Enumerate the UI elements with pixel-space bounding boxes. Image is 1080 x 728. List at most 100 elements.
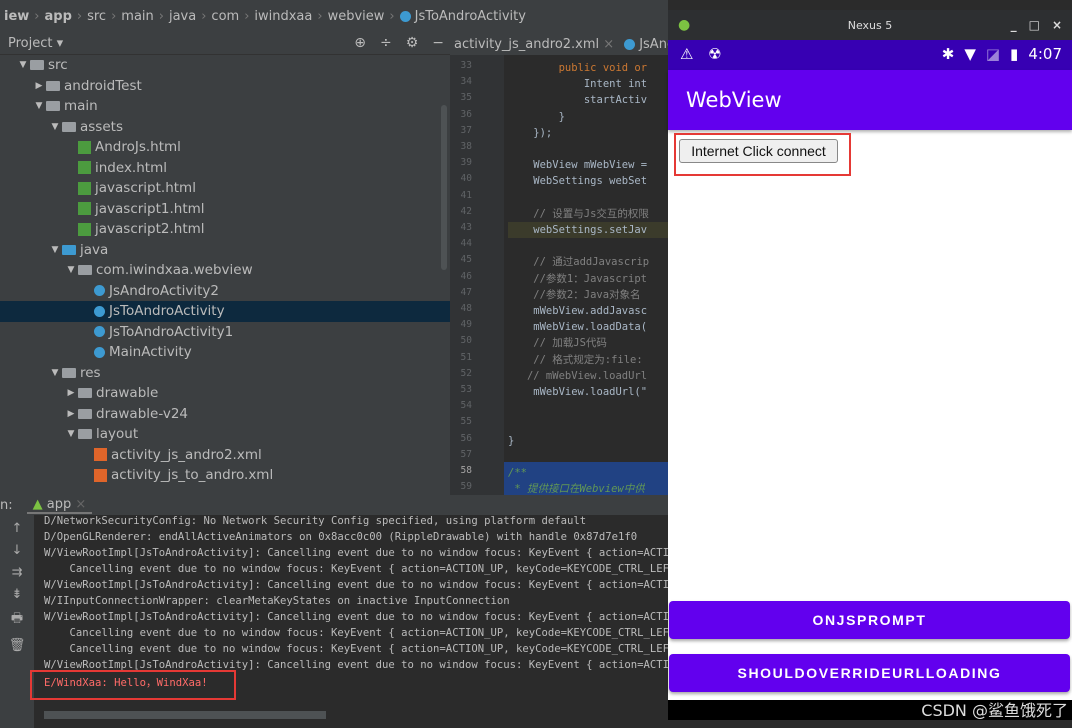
tree-item[interactable]: AndroJs.html: [0, 137, 450, 158]
code-line: WebView mWebView =: [508, 159, 648, 172]
breadcrumb-item[interactable]: java: [169, 9, 196, 24]
tree-scrollbar[interactable]: [441, 105, 447, 270]
tree-item[interactable]: activity_js_andro2.xml: [0, 445, 450, 466]
tree-item[interactable]: javascript.html: [0, 178, 450, 199]
expand-arrow-icon[interactable]: ▼: [48, 245, 62, 255]
code-line: public void or: [508, 62, 648, 74]
line-number: 34: [460, 76, 472, 88]
breadcrumb-item[interactable]: iew: [4, 9, 29, 24]
bluetooth-icon: ✱: [941, 45, 955, 63]
print-icon[interactable]: 🖶: [11, 609, 23, 631]
run-label: n:: [0, 497, 13, 513]
scroll-up-icon[interactable]: ↑: [12, 521, 23, 536]
tree-item[interactable]: ▶ androidTest: [0, 76, 450, 97]
log-line: D/NetworkSecurityConfig: No Network Secu…: [44, 515, 587, 527]
line-number: 49: [460, 319, 472, 331]
breadcrumb-item[interactable]: webview: [328, 9, 385, 24]
class-icon: [94, 305, 105, 317]
tree-item[interactable]: ▼ res: [0, 363, 450, 384]
shouldoverrideurlloading-button[interactable]: SHOULDOVERRIDEURLLOADING: [669, 654, 1070, 692]
tree-item[interactable]: ▼ assets: [0, 117, 450, 138]
scroll-to-end-icon[interactable]: ⇟: [12, 587, 23, 602]
minimize-button[interactable]: _: [1011, 18, 1017, 32]
tree-item[interactable]: ▼ layout: [0, 424, 450, 445]
line-number: 35: [460, 92, 472, 104]
trash-icon[interactable]: 🗑: [9, 638, 26, 653]
gear-icon[interactable]: ⚙: [406, 35, 419, 51]
log-line: Cancelling event due to no window focus:…: [44, 643, 669, 655]
expand-arrow-icon[interactable]: ▼: [64, 429, 78, 439]
code-line: }: [508, 434, 515, 447]
tree-item[interactable]: MainActivity: [0, 342, 450, 363]
tree-item[interactable]: JsAndroActivity2: [0, 281, 450, 302]
tree-item[interactable]: javascript2.html: [0, 219, 450, 240]
folder-icon: [62, 367, 76, 378]
breadcrumb-item[interactable]: src: [87, 9, 106, 24]
maximize-button[interactable]: □: [1029, 18, 1040, 32]
onjsprompt-button[interactable]: ONJSPROMPT: [669, 601, 1070, 639]
class-icon: [94, 346, 105, 358]
line-number: 45: [460, 254, 472, 266]
tree-item[interactable]: index.html: [0, 158, 450, 179]
tree-item[interactable]: ▼ src: [0, 55, 450, 76]
tree-item-label: activity_js_to_andro.xml: [111, 467, 274, 484]
tree-item-label: javascript2.html: [95, 221, 205, 238]
code-line: // 设置与Js交互的权限: [508, 207, 649, 220]
close-tab-icon[interactable]: ×: [603, 37, 614, 52]
code-line: startActiv: [508, 94, 648, 107]
breadcrumb-separator: ›: [111, 9, 117, 24]
breadcrumb-item[interactable]: main: [121, 9, 153, 24]
android-icon: ▲: [32, 496, 43, 512]
line-number: 42: [460, 205, 472, 217]
tree-item[interactable]: activity_js_to_andro.xml: [0, 465, 450, 486]
tree-item[interactable]: ▶ drawable-v24: [0, 404, 450, 425]
breadcrumb-item[interactable]: iwindxaa: [254, 9, 312, 24]
status-time: 4:07: [1028, 45, 1062, 63]
line-number: 50: [460, 335, 472, 347]
tree-item[interactable]: ▼ com.iwindxaa.webview: [0, 260, 450, 281]
tree-item[interactable]: ▼ java: [0, 240, 450, 261]
soft-wrap-icon[interactable]: ⇉: [12, 565, 23, 580]
collapse-arrow-icon[interactable]: ▶: [64, 388, 78, 398]
expand-arrow-icon[interactable]: ▼: [32, 101, 46, 111]
collapse-arrow-icon[interactable]: ▶: [64, 409, 78, 419]
folder-icon: [78, 429, 92, 440]
breadcrumb-separator: ›: [201, 9, 207, 24]
log-horizontal-scrollbar[interactable]: [44, 711, 326, 719]
line-number: 51: [460, 351, 472, 363]
tree-item[interactable]: ▶ drawable: [0, 383, 450, 404]
folder-icon: [78, 388, 92, 399]
code-line: // 加载JS代码: [508, 337, 607, 350]
tree-item-label: index.html: [95, 159, 167, 176]
expand-arrow-icon[interactable]: ▼: [64, 265, 78, 275]
html-file-icon: [78, 202, 91, 216]
line-number: 40: [460, 173, 472, 185]
tree-item[interactable]: JsToAndroActivity1: [0, 322, 450, 343]
tab-jstoandroactivity[interactable]: JsAnd: [618, 37, 668, 52]
breadcrumb-item[interactable]: com: [211, 9, 239, 24]
hide-icon[interactable]: −: [432, 35, 444, 51]
html-file-icon: [78, 161, 91, 175]
tab-activity-js-andro2[interactable]: activity_js_andro2.xml ×: [450, 37, 618, 52]
expand-arrow-icon[interactable]: ▼: [48, 368, 62, 378]
close-button[interactable]: ×: [1052, 18, 1062, 32]
line-number: 57: [460, 448, 472, 460]
app-bar: WebView: [668, 70, 1072, 130]
breadcrumb-item[interactable]: JsToAndroActivity: [415, 9, 526, 24]
collapse-arrow-icon[interactable]: ▶: [32, 81, 46, 91]
code-line: // 格式规定为:file:: [508, 353, 643, 366]
expand-arrow-icon[interactable]: ▼: [48, 122, 62, 132]
tree-item-label: res: [80, 364, 101, 381]
log-line: Cancelling event due to no window focus:…: [44, 563, 669, 575]
tree-item[interactable]: ▼ main: [0, 96, 450, 117]
tab-app[interactable]: ▲ app ×: [26, 496, 93, 514]
tree-item[interactable]: JsToAndroActivity: [0, 301, 450, 322]
project-view-dropdown[interactable]: Project ▾: [8, 36, 63, 51]
tree-item[interactable]: javascript1.html: [0, 199, 450, 220]
expand-arrow-icon[interactable]: ▼: [16, 60, 30, 70]
breadcrumb-item[interactable]: app: [45, 9, 72, 24]
line-number: 53: [460, 384, 472, 395]
collapse-icon[interactable]: ÷: [380, 35, 392, 51]
scroll-down-icon[interactable]: ↓: [12, 543, 23, 558]
target-icon[interactable]: ⊕: [354, 35, 366, 51]
